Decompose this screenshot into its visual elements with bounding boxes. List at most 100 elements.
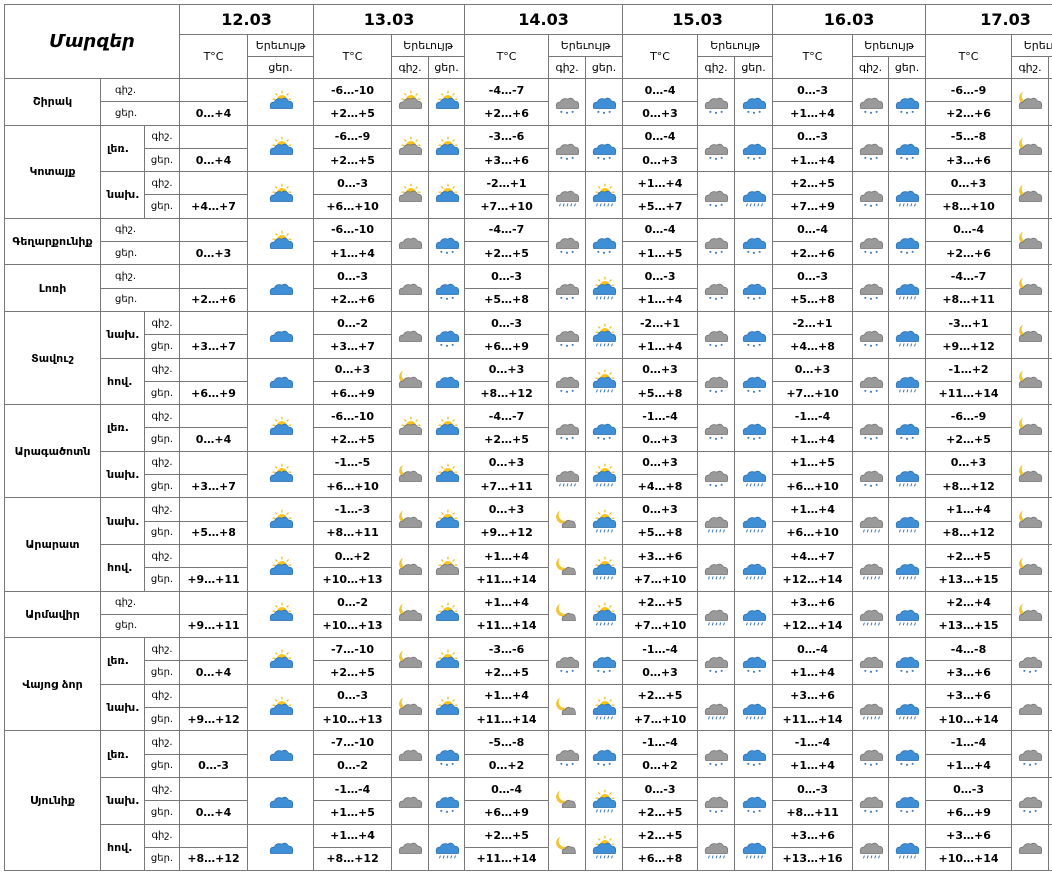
- icon-cell: [1048, 823, 1052, 872]
- cloud-rain-icon: [891, 461, 923, 489]
- temp-value: 0…-4: [622, 124, 699, 149]
- icon-cell: [734, 171, 774, 219]
- cloud-grey-snow-icon: [855, 228, 887, 256]
- cloud-rain-icon: [891, 833, 923, 861]
- icon-cell: [391, 217, 430, 266]
- sun-cloud-icon: [265, 134, 297, 162]
- temp-empty: [179, 543, 249, 569]
- phenom-header: Երեւույթ: [247, 34, 315, 57]
- temp-value: -6…-10: [313, 77, 393, 103]
- icon-cell: [734, 450, 774, 499]
- icon-cell: [888, 450, 927, 499]
- table-row: Կոտայք լեռ. գիշ. -6…-9 -3…-6 0…-4 0…-3 -5…-8: [4, 124, 1052, 219]
- cloud-moon-grey-icon: [394, 694, 426, 722]
- icon-cell: [391, 776, 430, 825]
- icon-cell: [428, 776, 466, 825]
- temp-empty: [179, 450, 249, 476]
- icon-cell: [888, 730, 927, 778]
- icon-cell: [391, 683, 430, 732]
- temp-value: 0…+3: [925, 450, 1013, 476]
- icon-cell: [391, 310, 430, 359]
- temp-value: +7…+10: [622, 707, 699, 732]
- temp-value: +3…+7: [179, 334, 249, 359]
- temp-value: +2…+5: [313, 101, 393, 126]
- temp-value: 0…-2: [313, 590, 393, 615]
- icon-cell: [428, 310, 466, 359]
- cloud-grey-snow-icon: [700, 274, 732, 302]
- phenom-header: Երեւույթ: [391, 34, 466, 57]
- cloud-grey-snow-icon: [1014, 647, 1046, 675]
- cloud-moon-grey-icon: [394, 600, 426, 628]
- cloud-grey-snow-icon: [700, 88, 732, 116]
- temp-value: 0…-3: [622, 264, 699, 289]
- icon-cell: [734, 730, 774, 778]
- sun-rain-icon: [588, 554, 620, 582]
- temp-value: +3…+6: [925, 823, 1013, 848]
- icon-cell: [585, 78, 624, 126]
- temp-header: T°C: [622, 34, 699, 79]
- temp-value: +1…+5: [313, 800, 393, 825]
- temp-value: +2…+5: [464, 660, 550, 685]
- icon-cell: [1048, 730, 1052, 778]
- date-header: 13.03: [313, 4, 466, 35]
- temp-value: +8…+12: [313, 846, 393, 872]
- temp-value: 0…+3: [622, 660, 699, 685]
- cloud-grey-snow-icon: [551, 414, 583, 442]
- table-row: Տավուշ նախ. գիշ. 0…-2 0…-3 -2…+1 -2…+1 -3…+1: [4, 310, 1052, 406]
- table-row: նախ. գիշ. 0…-3 -2…+1 +1…+4 +2…+5 0…+3: [5, 171, 1052, 219]
- temp-value: +1…+4: [464, 590, 550, 615]
- header-title: Մարզեր: [3, 4, 181, 79]
- temp-value: 0…+3: [464, 450, 550, 476]
- cloud-grey-snow-icon: [855, 181, 887, 209]
- time-label: ցեր.: [99, 101, 181, 126]
- icon-cell: [548, 171, 587, 219]
- icon-cell: [1011, 404, 1050, 452]
- cloud-snow-icon: [738, 274, 770, 302]
- cloud-grey-rain-icon: [700, 833, 732, 861]
- icon-cell: [888, 310, 927, 359]
- zone-label: լեռ.: [100, 730, 145, 778]
- icon-cell: [888, 637, 927, 685]
- table-row: նախ. գիշ. 0…-3 +1…+4 +2…+5 +3…+6 +3…+6: [5, 683, 1052, 732]
- cloud-sun-grey-icon: [394, 414, 426, 442]
- temp-value: +2…+5: [313, 147, 393, 173]
- cloud-snow-icon: [891, 88, 923, 116]
- cloud-moon-grey-icon: [1014, 507, 1046, 535]
- temp-value: +2…+5: [622, 800, 699, 825]
- cloud-rain-icon: [738, 554, 770, 582]
- temp-header: T°C: [179, 34, 249, 79]
- temp-value: -1…-4: [772, 404, 854, 429]
- temp-value: +9…+11: [179, 613, 249, 639]
- cloud-snow-icon: [738, 647, 770, 675]
- cloud-grey-icon: [394, 228, 426, 256]
- temp-value: +8…+11: [313, 520, 393, 545]
- icon-cell: [734, 264, 774, 312]
- temp-value: +12…+14: [772, 613, 854, 639]
- temp-value: +11…+14: [464, 846, 550, 872]
- temp-value: -3…+1: [925, 310, 1013, 336]
- time-label: ցեր.: [143, 380, 181, 406]
- icon-cell: [1011, 730, 1050, 778]
- temp-value: +1…+4: [464, 543, 550, 569]
- temp-value: -1…-4: [772, 730, 854, 755]
- temp-empty: [179, 124, 249, 149]
- temp-value: +10…+13: [313, 613, 393, 639]
- zone-label: հով.: [100, 823, 145, 872]
- sun-cloud-icon: [265, 694, 297, 722]
- icon-cell: [1011, 543, 1050, 592]
- icon-cell: [697, 171, 736, 219]
- temp-value: 0…-3: [622, 776, 699, 802]
- icon-cell: [585, 310, 624, 359]
- cloud-snow-icon: [738, 787, 770, 815]
- temp-value: 0…-3: [313, 264, 393, 289]
- temp-value: +2…+5: [622, 823, 699, 848]
- icon-cell: [1011, 637, 1050, 685]
- icon-cell: [428, 124, 466, 173]
- icon-cell: [391, 78, 430, 126]
- temp-value: -4…-7: [464, 77, 550, 103]
- icon-cell: [888, 497, 927, 545]
- icon-cell: [247, 404, 315, 452]
- icon-cell: [548, 823, 587, 872]
- table-row: Շիրակ գիշ. -6…-10 -4…-7 0…-4 0…-3 -6…-9: [4, 77, 1052, 126]
- time-label: ցեր.: [143, 334, 181, 359]
